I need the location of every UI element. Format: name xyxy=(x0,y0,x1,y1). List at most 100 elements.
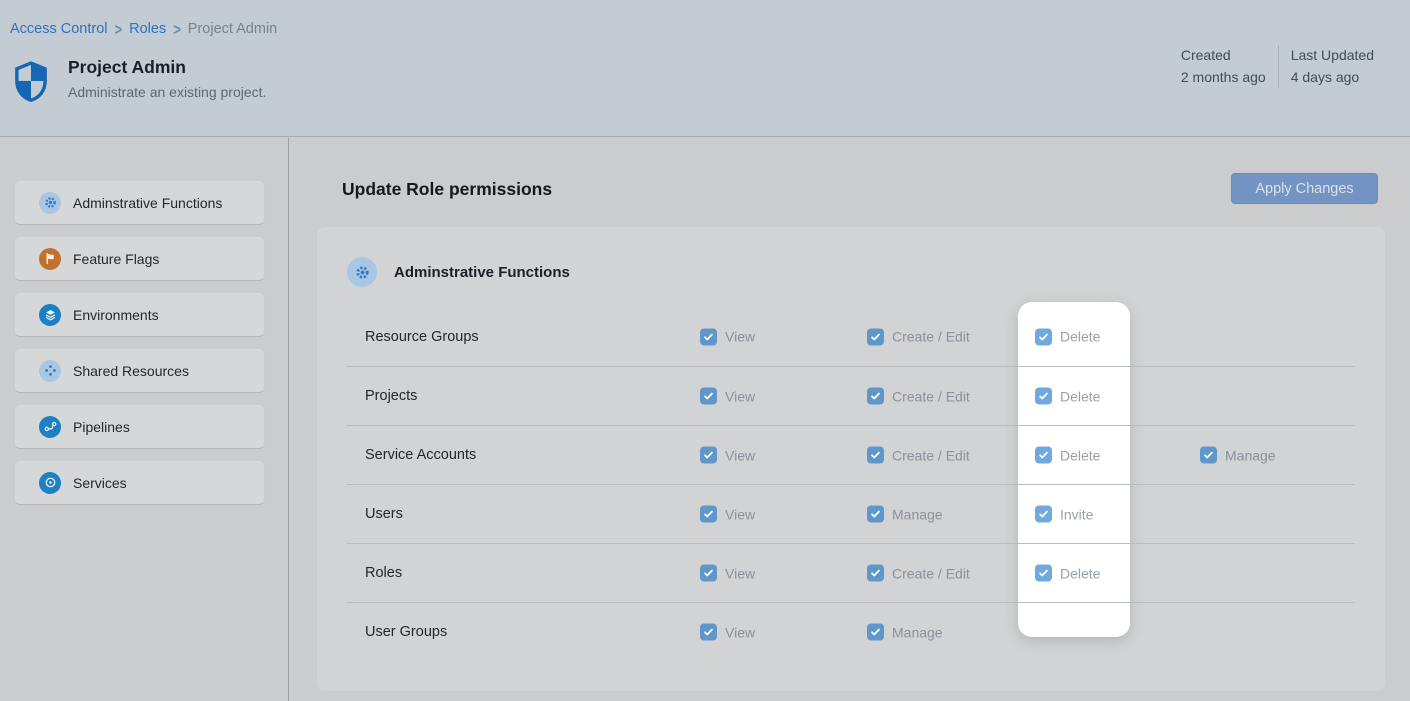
gear-icon xyxy=(347,257,377,287)
sidebar-item-label: Pipelines xyxy=(73,419,130,435)
permission-label: Create / Edit xyxy=(892,329,970,345)
permission-label: View xyxy=(725,506,755,522)
permission-label: Create / Edit xyxy=(892,388,970,404)
permission-label: Manage xyxy=(1225,447,1276,463)
permission-row-user-groups: User Groups View Manage xyxy=(347,602,1355,661)
permission-service-accounts-delete: Delete xyxy=(1035,447,1100,464)
permission-row-label: Resource Groups xyxy=(365,329,479,345)
meta-label: Created xyxy=(1181,45,1266,66)
permission-roles-view: View xyxy=(700,565,755,582)
role-meta: Created 2 months ago Last Updated 4 days… xyxy=(1169,45,1386,88)
checkbox-checked-icon[interactable] xyxy=(867,447,884,464)
permission-service-accounts-view: View xyxy=(700,447,755,464)
chevron-right-icon: > xyxy=(115,20,123,39)
permission-roles-create-edit: Create / Edit xyxy=(867,565,970,582)
checkbox-checked-icon[interactable] xyxy=(867,388,884,405)
permission-row-resource-groups: Resource Groups View Create / Edit Delet… xyxy=(347,307,1355,366)
permission-row-projects: Projects View Create / Edit Delete xyxy=(347,366,1355,425)
meta-value: 2 months ago xyxy=(1181,66,1266,88)
sidebar-item-pipelines[interactable]: Pipelines xyxy=(14,404,265,449)
permission-row-roles: Roles View Create / Edit Delete xyxy=(347,543,1355,602)
breadcrumb-current: Project Admin xyxy=(188,21,277,37)
permission-projects-view: View xyxy=(700,388,755,405)
card-title: Adminstrative Functions xyxy=(394,264,570,281)
permission-label: View xyxy=(725,388,755,404)
target-icon xyxy=(39,472,61,494)
checkbox-checked-icon[interactable] xyxy=(1035,565,1052,582)
permission-users-manage: Manage xyxy=(867,506,943,523)
permission-roles-delete: Delete xyxy=(1035,565,1100,582)
sidebar-item-label: Environments xyxy=(73,307,159,323)
permission-label: Delete xyxy=(1060,388,1100,404)
checkbox-checked-icon[interactable] xyxy=(1200,447,1217,464)
permission-label: View xyxy=(725,624,755,640)
sidebar-item-label: Shared Resources xyxy=(73,363,189,379)
sidebar-item-feature-flags[interactable]: Feature Flags xyxy=(14,236,265,281)
checkbox-checked-icon[interactable] xyxy=(867,624,884,641)
checkbox-checked-icon[interactable] xyxy=(867,506,884,523)
checkbox-checked-icon[interactable] xyxy=(700,388,717,405)
layers-icon xyxy=(39,304,61,326)
shared-icon xyxy=(39,360,61,382)
sidebar-item-label: Adminstrative Functions xyxy=(73,195,222,211)
role-title-block: Project Admin Administrate an existing p… xyxy=(68,57,266,100)
checkbox-checked-icon[interactable] xyxy=(1035,447,1052,464)
pipeline-icon xyxy=(39,416,61,438)
permission-row-service-accounts: Service Accounts View Create / Edit Dele… xyxy=(347,425,1355,484)
role-header: Project Admin Administrate an existing p… xyxy=(14,57,266,102)
permission-user-groups-view: View xyxy=(700,624,755,641)
permission-users-invite: Invite xyxy=(1035,506,1093,523)
breadcrumb-link-roles[interactable]: Roles xyxy=(129,21,166,37)
permission-label: Create / Edit xyxy=(892,447,970,463)
meta-last-updated: Last Updated 4 days ago xyxy=(1279,45,1386,88)
permission-users-view: View xyxy=(700,506,755,523)
permission-label: Create / Edit xyxy=(892,565,970,581)
checkbox-checked-icon[interactable] xyxy=(700,624,717,641)
section-heading: Update Role permissions xyxy=(342,179,552,200)
permissions-card: Adminstrative Functions Resource Groups … xyxy=(317,227,1385,691)
checkbox-checked-icon[interactable] xyxy=(867,328,884,345)
card-header: Adminstrative Functions xyxy=(347,257,570,287)
permission-label: View xyxy=(725,447,755,463)
checkbox-checked-icon[interactable] xyxy=(1035,506,1052,523)
gear-icon xyxy=(39,192,61,214)
content-body: Adminstrative Functions Feature Flags En… xyxy=(0,138,1410,701)
permission-label: Delete xyxy=(1060,447,1100,463)
permission-projects-delete: Delete xyxy=(1035,388,1100,405)
sidebar-item-adminstrative-functions[interactable]: Adminstrative Functions xyxy=(14,180,265,225)
permission-resource-groups-delete: Delete xyxy=(1035,328,1100,345)
apply-changes-button[interactable]: Apply Changes xyxy=(1231,173,1378,204)
sidebar-item-shared-resources[interactable]: Shared Resources xyxy=(14,348,265,393)
checkbox-checked-icon[interactable] xyxy=(700,447,717,464)
permission-label: Manage xyxy=(892,506,943,522)
breadcrumb: Access Control > Roles > Project Admin xyxy=(10,21,277,37)
checkbox-checked-icon[interactable] xyxy=(700,565,717,582)
permission-row-label: Users xyxy=(365,506,403,522)
permission-label: View xyxy=(725,565,755,581)
permission-row-label: Projects xyxy=(365,388,417,404)
checkbox-checked-icon[interactable] xyxy=(700,328,717,345)
flag-icon xyxy=(39,248,61,270)
meta-value: 4 days ago xyxy=(1291,66,1374,88)
meta-created: Created 2 months ago xyxy=(1169,45,1278,88)
main-panel: Update Role permissions Apply Changes Ad… xyxy=(290,138,1410,701)
page-header: Access Control > Roles > Project Admin Proje… xyxy=(0,0,1410,137)
sidebar-item-environments[interactable]: Environments xyxy=(14,292,265,337)
sidebar-item-label: Feature Flags xyxy=(73,251,159,267)
checkbox-checked-icon[interactable] xyxy=(700,506,717,523)
checkbox-checked-icon[interactable] xyxy=(1035,388,1052,405)
page-title: Project Admin xyxy=(68,57,266,78)
permission-user-groups-manage: Manage xyxy=(867,624,943,641)
sidebar-item-services[interactable]: Services xyxy=(14,460,265,505)
checkbox-checked-icon[interactable] xyxy=(1035,328,1052,345)
breadcrumb-link-access-control[interactable]: Access Control xyxy=(10,21,108,37)
permission-row-label: Roles xyxy=(365,565,402,581)
permission-label: Manage xyxy=(892,624,943,640)
permission-row-label: Service Accounts xyxy=(365,447,476,463)
chevron-right-icon: > xyxy=(173,20,181,39)
sidebar-item-label: Services xyxy=(73,475,127,491)
checkbox-checked-icon[interactable] xyxy=(867,565,884,582)
permission-row-label: User Groups xyxy=(365,624,447,640)
permission-label: View xyxy=(725,329,755,345)
meta-label: Last Updated xyxy=(1291,45,1374,66)
